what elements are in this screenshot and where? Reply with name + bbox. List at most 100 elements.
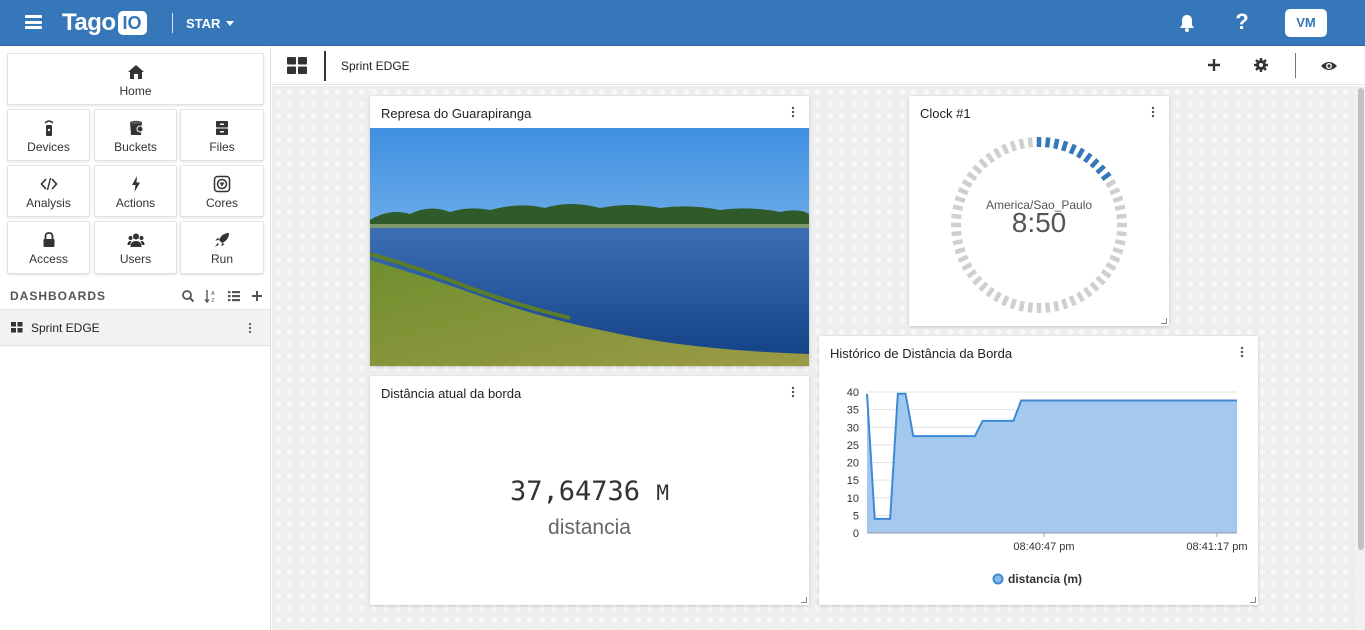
y-tick-label: 25	[847, 440, 859, 452]
display-widget: Distância atual da borda 37,64736 M dist…	[370, 376, 809, 605]
legend-label: distancia (m)	[1008, 572, 1082, 586]
bolt-icon	[131, 176, 140, 192]
cores-icon	[213, 175, 231, 193]
logo[interactable]: Tago IO	[62, 9, 147, 37]
sidebar-item-users[interactable]: Users	[94, 221, 177, 274]
sidebar-dashboard-item[interactable]: Sprint EDGE	[0, 309, 270, 346]
resize-handle[interactable]	[1161, 318, 1167, 324]
clock-tick	[961, 179, 973, 188]
clock-tick	[1076, 291, 1085, 303]
users-icon	[127, 233, 144, 247]
divider	[172, 13, 173, 33]
clock-tick	[1100, 171, 1112, 181]
sort-alpha-icon[interactable]: AZ	[204, 289, 218, 303]
resize-handle[interactable]	[1250, 597, 1256, 603]
clock-tick	[1053, 138, 1060, 150]
chevron-down-icon	[226, 21, 235, 26]
home-icon	[127, 65, 144, 79]
clock-tick	[957, 187, 969, 196]
svg-text:A: A	[211, 291, 215, 297]
clock-tick	[1105, 179, 1117, 188]
clock-tick	[966, 269, 978, 279]
sidebar-item-label: Files	[209, 140, 235, 154]
lake-image	[370, 128, 809, 366]
more-options-icon[interactable]	[248, 322, 252, 334]
display-value: 37,64736	[510, 476, 641, 507]
rocket-icon	[215, 233, 229, 247]
clock-tick	[993, 291, 1002, 303]
dashboard-grid-icon	[11, 322, 23, 333]
clock-tick	[1095, 275, 1106, 286]
clock-widget: Clock #1 America/Sao_Paulo 8:50	[909, 96, 1169, 326]
y-tick-label: 5	[853, 510, 859, 522]
clock-tick	[961, 262, 973, 271]
sidebar-item-label: Actions	[115, 196, 156, 210]
sidebar-item-access[interactable]: Access	[7, 221, 90, 274]
clock-tick	[954, 246, 966, 255]
sidebar-item-actions[interactable]: Actions	[94, 165, 177, 217]
dashboard-name: Sprint EDGE	[31, 320, 100, 335]
svg-text:Z: Z	[211, 298, 215, 303]
clock-tick	[1089, 158, 1100, 169]
top-bar: Tago IO STAR ? VM	[0, 0, 1365, 46]
clock-tick	[1027, 302, 1034, 313]
more-options-icon[interactable]	[791, 386, 795, 398]
clock-tick	[1076, 147, 1085, 159]
sidebar-item-buckets[interactable]: Buckets	[94, 109, 177, 161]
eye-icon[interactable]	[1320, 59, 1338, 73]
clock-tick	[1083, 286, 1093, 298]
clock-tick	[1009, 298, 1018, 310]
sidebar-item-label: Buckets	[114, 140, 157, 154]
divider	[1295, 53, 1296, 78]
clock-tick	[1009, 140, 1018, 152]
resize-handle[interactable]	[801, 597, 807, 603]
clock-tick	[1001, 143, 1010, 155]
search-icon[interactable]	[181, 289, 195, 303]
sidebar-item-files[interactable]: Files	[180, 109, 264, 161]
clock-tick	[993, 147, 1002, 159]
clock-tick	[1060, 140, 1069, 152]
clock-tick	[1068, 143, 1077, 155]
dashboard-title: Sprint EDGE	[341, 59, 410, 73]
clock-tick	[1109, 254, 1121, 263]
scrollbar-thumb[interactable]	[1358, 88, 1364, 550]
clock-tick	[1001, 295, 1010, 307]
dashboard-grid-icon[interactable]	[287, 57, 307, 74]
sidebar-item-label: Analysis	[26, 196, 71, 210]
add-icon[interactable]	[250, 289, 264, 303]
sidebar-item-home[interactable]: Home	[7, 53, 264, 105]
clock-tick	[978, 158, 989, 169]
clock-tick	[1109, 187, 1121, 196]
widget-title: Represa do Guarapiranga	[381, 106, 532, 121]
clock-tick	[1068, 295, 1077, 307]
logo-text: Tago	[62, 9, 116, 36]
list-icon[interactable]	[227, 289, 241, 303]
sidebar: Home Devices Buckets Files Analysis Acti…	[0, 47, 271, 630]
sidebar-item-cores[interactable]: Cores	[180, 165, 264, 217]
clock-tick	[1089, 281, 1100, 292]
chart-legend[interactable]: distancia (m)	[992, 572, 1083, 586]
display-label: distancia	[548, 516, 631, 539]
gear-icon[interactable]	[1253, 57, 1269, 73]
dashboards-title: DASHBOARDS	[10, 289, 107, 303]
menu-icon[interactable]	[25, 15, 42, 29]
scrollbar[interactable]	[1357, 86, 1365, 630]
more-options-icon[interactable]	[791, 106, 795, 118]
add-widget-icon[interactable]	[1206, 57, 1222, 73]
display-value-row: 37,64736 M	[370, 476, 809, 507]
clock-tick	[978, 281, 989, 292]
clock-tick	[1083, 152, 1093, 164]
y-tick-label: 0	[853, 528, 859, 540]
x-tick-label: 08:41:17 pm	[1186, 541, 1247, 553]
profile-selector[interactable]: STAR	[186, 16, 235, 31]
clock-time: 8:50	[1011, 207, 1067, 238]
clock-tick	[966, 171, 978, 181]
bell-icon[interactable]	[1177, 13, 1197, 33]
sidebar-item-run[interactable]: Run	[180, 221, 264, 274]
sidebar-item-label: Devices	[27, 140, 70, 154]
avatar[interactable]: VM	[1285, 9, 1327, 37]
widget-title: Distância atual da borda	[381, 386, 522, 401]
sidebar-item-devices[interactable]: Devices	[7, 109, 90, 161]
help-icon[interactable]: ?	[1232, 9, 1252, 37]
sidebar-item-analysis[interactable]: Analysis	[7, 165, 90, 217]
